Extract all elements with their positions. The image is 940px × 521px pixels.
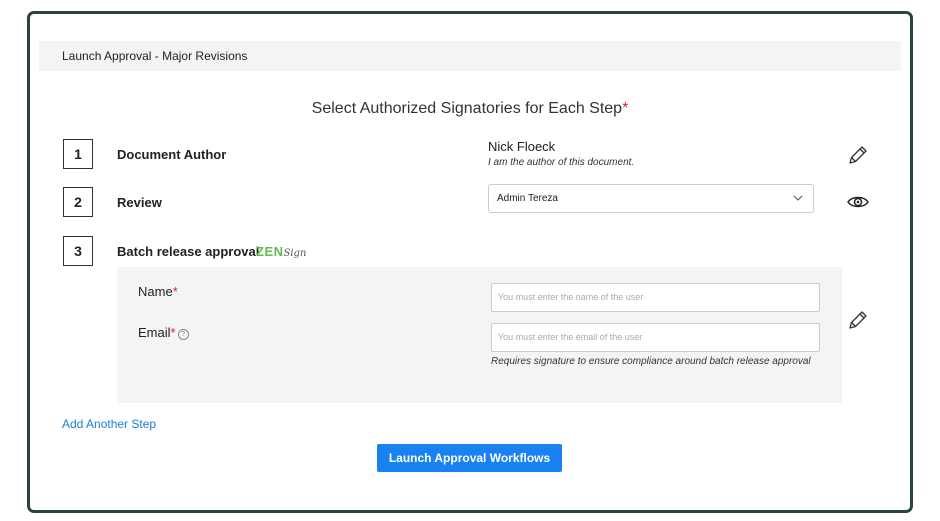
eye-icon [847, 196, 869, 208]
step-label-2: Review [117, 195, 162, 210]
zensign-logo-main: ZEN [256, 244, 284, 259]
breadcrumb: Launch Approval - Major Revisions [62, 49, 248, 63]
reviewer-select-value: Admin Tereza [497, 193, 558, 204]
email-input[interactable]: You must enter the email of the user [491, 323, 820, 352]
step-number-1: 1 [63, 139, 93, 169]
name-required-marker: * [172, 284, 178, 299]
name-label-text: Name [138, 284, 173, 299]
view-step-2-button[interactable] [846, 190, 870, 214]
page-title-text: Select Authorized Signatories for Each S… [311, 100, 623, 117]
email-required-marker: * [170, 325, 176, 340]
step-label-1: Document Author [117, 147, 227, 162]
chevron-down-icon [793, 195, 803, 201]
signature-hint: Requires signature to ensure compliance … [491, 356, 811, 367]
author-name: Nick Floeck [488, 139, 556, 154]
launch-approval-button[interactable]: Launch Approval Workflows [377, 444, 562, 472]
step-label-3: Batch release approval [117, 244, 260, 259]
main-frame [27, 11, 913, 513]
zensign-logo-sign: Sign [283, 248, 307, 259]
email-label-text: Email [138, 325, 171, 340]
email-field-label: Email*? [138, 325, 189, 340]
edit-step-3-button[interactable] [846, 308, 870, 332]
step-number-3: 3 [63, 236, 93, 266]
add-another-step-link[interactable]: Add Another Step [62, 417, 156, 431]
edit-step-1-button[interactable] [846, 143, 870, 167]
zensign-logo: ZENSign [256, 243, 306, 261]
name-input[interactable]: You must enter the name of the user [491, 283, 820, 312]
step-number-2: 2 [63, 187, 93, 217]
reviewer-select[interactable]: Admin Tereza [488, 184, 814, 213]
pencil-icon [849, 311, 867, 329]
page-title: Select Authorized Signatories for Each S… [0, 100, 940, 118]
required-marker: * [622, 100, 629, 117]
name-field-label: Name* [138, 284, 178, 299]
help-icon[interactable]: ? [177, 329, 189, 340]
pencil-icon [849, 146, 867, 164]
author-note: I am the author of this document. [488, 157, 635, 168]
